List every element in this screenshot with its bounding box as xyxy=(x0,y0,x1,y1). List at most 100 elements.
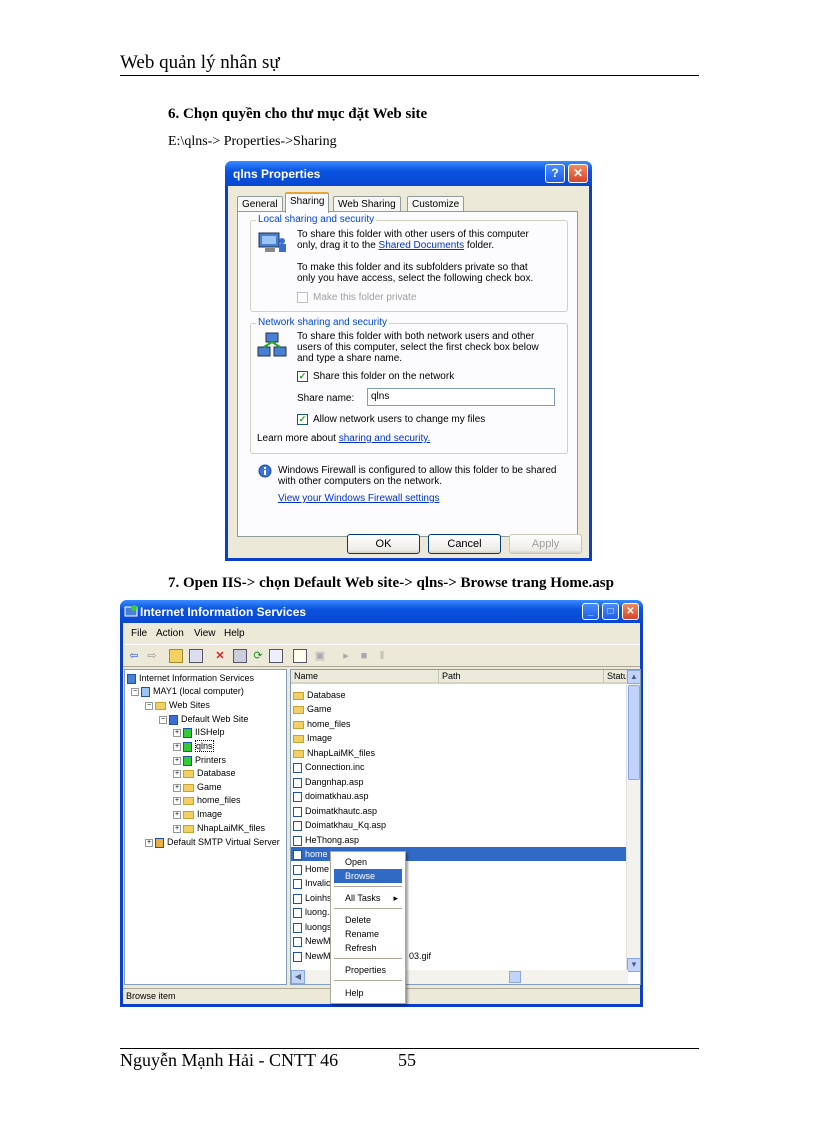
firewall-settings-link[interactable]: View your Windows Firewall settings xyxy=(278,493,440,504)
tab-customize[interactable]: Customize xyxy=(407,196,465,212)
menu-item-refresh[interactable]: Refresh xyxy=(334,941,402,955)
back-arrow-icon[interactable]: ⇦ xyxy=(127,649,141,663)
allow-change-checkbox[interactable]: ✓ xyxy=(297,414,308,425)
minimize-button[interactable]: _ xyxy=(582,603,599,620)
scroll-thumb[interactable] xyxy=(628,685,640,780)
tree-item-label: Web Sites xyxy=(169,700,210,710)
tree-item[interactable]: − Web Sites xyxy=(145,699,210,711)
close-button[interactable]: ✕ xyxy=(568,164,588,183)
column-name[interactable]: Name xyxy=(291,670,439,684)
list-item[interactable]: Doimatkhau_Kq.asp xyxy=(293,818,386,832)
list-item[interactable]: HeThong.asp xyxy=(293,833,359,847)
maximize-button[interactable]: □ xyxy=(602,603,619,620)
list-item[interactable]: Loinhs xyxy=(293,891,332,905)
list-item[interactable]: Game xyxy=(293,702,332,716)
tree-item[interactable]: − MAY1 (local computer) xyxy=(131,685,244,697)
sharing-security-link[interactable]: sharing and security. xyxy=(339,433,431,444)
menu-view[interactable]: View xyxy=(194,628,216,639)
expand-icon[interactable]: + xyxy=(173,824,181,833)
expand-icon[interactable]: + xyxy=(173,783,181,792)
apply-button[interactable]: Apply xyxy=(509,534,582,554)
make-private-checkbox[interactable] xyxy=(297,292,308,303)
expand-icon[interactable]: + xyxy=(145,838,153,847)
list-item[interactable]: Doimatkhautc.asp xyxy=(293,804,377,818)
computer-icon[interactable]: ▣ xyxy=(313,649,327,663)
menu-item-open[interactable]: Open xyxy=(334,855,402,869)
stop-icon[interactable]: ■ xyxy=(357,649,371,663)
tab-general[interactable]: General xyxy=(237,196,283,212)
menu-item-rename[interactable]: Rename xyxy=(334,927,402,941)
list-item[interactable]: luongs xyxy=(293,920,332,934)
menu-help[interactable]: Help xyxy=(224,628,245,639)
menu-item-browse[interactable]: Browse xyxy=(334,869,402,883)
list-item[interactable]: Database xyxy=(293,688,346,702)
hscroll-thumb[interactable] xyxy=(509,971,521,983)
cancel-button[interactable]: Cancel xyxy=(428,534,501,554)
list-item[interactable]: Home xyxy=(293,862,329,876)
list-item[interactable]: Invalic xyxy=(293,876,331,890)
all-tasks-label: All Tasks xyxy=(345,893,381,903)
tree-item[interactable]: + NhapLaiMK_files xyxy=(173,822,265,834)
help-button[interactable]: ? xyxy=(545,164,565,183)
column-path[interactable]: Path xyxy=(439,670,604,684)
pause-icon[interactable]: ‖ xyxy=(375,649,389,663)
expand-icon[interactable]: + xyxy=(173,756,181,765)
list-item-label: Home xyxy=(305,864,330,874)
vertical-scrollbar[interactable]: ▲ ▼ xyxy=(626,670,640,972)
list-item[interactable]: Dangnhap.asp xyxy=(293,775,364,789)
ok-button[interactable]: OK xyxy=(347,534,420,554)
tree-item[interactable]: + Database xyxy=(173,767,236,779)
menu-item-all-tasks[interactable]: All Tasks ▸ xyxy=(334,891,402,905)
export-icon[interactable] xyxy=(269,649,283,663)
list-item[interactable]: home_files xyxy=(293,717,351,731)
list-item[interactable]: Connection.inc xyxy=(293,760,365,774)
list-item[interactable]: NewM xyxy=(293,949,331,963)
forward-arrow-icon[interactable]: ⇨ xyxy=(145,649,159,663)
tree-item[interactable]: + qlns xyxy=(173,740,214,752)
help-topic-icon[interactable] xyxy=(293,649,307,663)
share-folder-checkbox[interactable]: ✓ xyxy=(297,371,308,382)
list-item[interactable]: NewM xyxy=(293,934,331,948)
collapse-icon[interactable]: − xyxy=(145,701,153,710)
expand-icon[interactable]: + xyxy=(173,742,181,751)
expand-icon[interactable]: + xyxy=(173,769,181,778)
menu-item-delete[interactable]: Delete xyxy=(334,913,402,927)
tree-item[interactable]: + Image xyxy=(173,808,222,820)
shared-documents-link[interactable]: Shared Documents xyxy=(379,240,465,251)
show-tree-icon[interactable] xyxy=(189,649,203,663)
tree-item[interactable]: − Default Web Site xyxy=(159,713,248,725)
tree-item[interactable]: Internet Information Services xyxy=(127,672,254,684)
tree-item[interactable]: + Default SMTP Virtual Server xyxy=(145,836,280,848)
tab-sharing[interactable]: Sharing xyxy=(285,192,330,213)
network-text-line1: To share this folder with both network u… xyxy=(297,331,535,342)
tree-item[interactable]: + home_files xyxy=(173,794,241,806)
refresh-icon[interactable]: ⟳ xyxy=(251,649,265,663)
tab-web-sharing[interactable]: Web Sharing xyxy=(333,196,401,212)
expand-icon[interactable]: + xyxy=(173,810,181,819)
play-icon[interactable]: ▸ xyxy=(339,649,353,663)
list-item[interactable]: Image xyxy=(293,731,332,745)
expand-icon[interactable]: + xyxy=(173,796,181,805)
scroll-up-icon[interactable]: ▲ xyxy=(627,670,640,684)
tree-item[interactable]: + IISHelp xyxy=(173,726,225,738)
expand-icon[interactable]: + xyxy=(173,728,181,737)
share-name-input[interactable]: qlns xyxy=(367,388,555,406)
menu-file[interactable]: File xyxy=(131,628,147,639)
list-item[interactable]: NhapLaiMK_files xyxy=(293,746,375,760)
column-status[interactable]: Statu xyxy=(604,670,628,684)
list-item[interactable]: doimatkhau.asp xyxy=(293,789,369,803)
tree-item[interactable]: + Game xyxy=(173,781,222,793)
scroll-left-icon[interactable]: ◀ xyxy=(291,970,305,984)
menu-item-help[interactable]: Help xyxy=(334,986,402,1000)
delete-icon[interactable]: ✕ xyxy=(213,649,227,663)
tree-item[interactable]: + Printers xyxy=(173,754,226,766)
list-item[interactable]: luong. xyxy=(293,905,330,919)
properties-icon[interactable] xyxy=(233,649,247,663)
collapse-icon[interactable]: − xyxy=(159,715,167,724)
up-folder-icon[interactable] xyxy=(169,649,183,663)
window-close-button[interactable]: ✕ xyxy=(622,603,639,620)
menu-item-properties[interactable]: Properties xyxy=(334,963,402,977)
scroll-down-icon[interactable]: ▼ xyxy=(627,958,640,972)
menu-action[interactable]: Action xyxy=(156,628,184,639)
collapse-icon[interactable]: − xyxy=(131,687,139,696)
